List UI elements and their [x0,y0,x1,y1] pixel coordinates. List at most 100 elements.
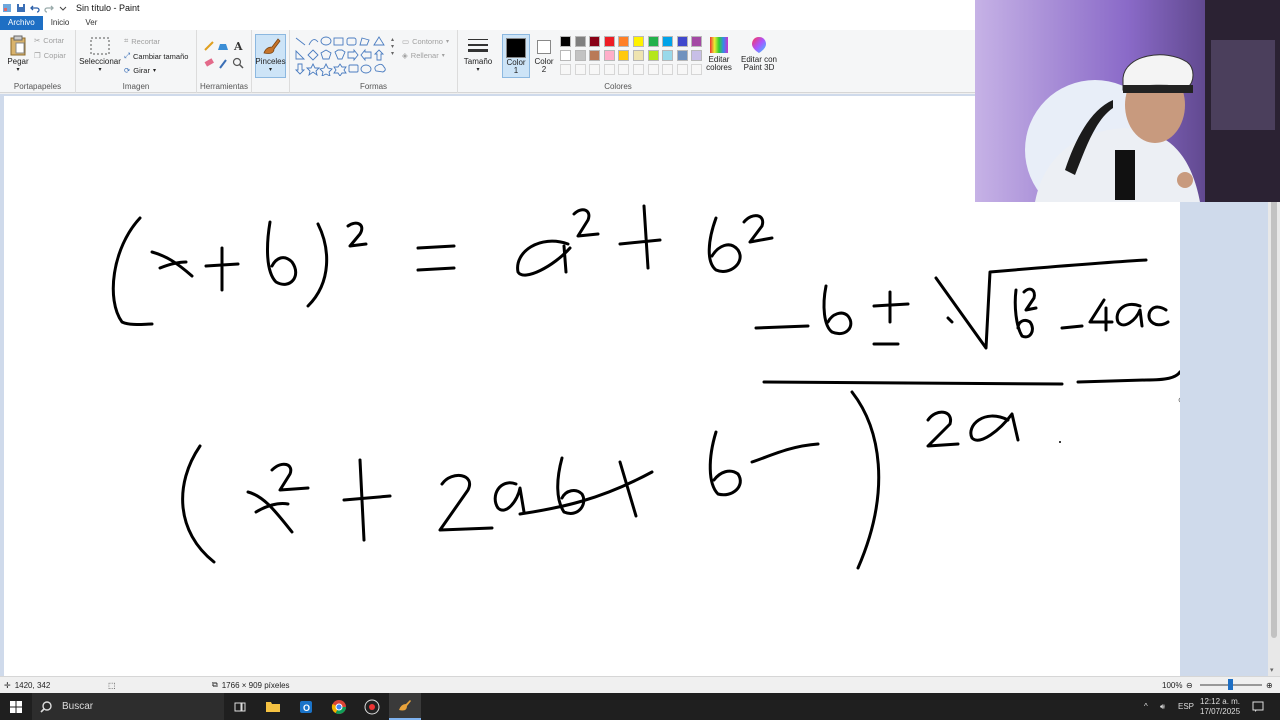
color-swatch[interactable] [691,36,703,47]
color-swatch[interactable] [589,36,601,47]
custom-color-slot[interactable] [691,64,703,75]
color-swatch[interactable] [574,50,586,61]
custom-color-slot[interactable] [603,64,615,75]
stroke-plus-4 [518,460,654,518]
scroll-down-arrow-icon[interactable]: ▾ [1270,666,1274,674]
zoom-out-button[interactable]: ⊖ [1186,681,1193,690]
paint-app[interactable] [389,693,421,720]
outlook-app[interactable]: O [290,693,322,720]
color-swatch[interactable] [618,36,630,47]
image-group-label: Imagen [122,82,150,91]
undo-icon[interactable] [30,3,40,13]
file-explorer-app[interactable] [257,693,289,720]
chrome-app[interactable] [323,693,355,720]
fill-button[interactable]: ◈ Rellenar ▾ [402,51,445,60]
tab-view[interactable]: Ver [77,16,105,30]
shapes-group: ▴ ▾ ▾ ▭ Contorno ▾ ◈ Rellenar ▾ Formas [290,30,458,93]
color-swatch[interactable] [676,36,688,47]
custom-color-slot[interactable] [589,64,601,75]
tab-file[interactable]: Archivo [0,16,43,30]
task-view-button[interactable] [224,693,256,720]
outline-button[interactable]: ▭ Contorno ▾ [402,37,449,46]
stroke-a-3 [1115,303,1144,328]
color1-number: 1 [513,66,519,75]
tray-overflow-icon[interactable]: ^ [1144,693,1148,720]
color-swatch[interactable] [662,36,674,47]
color1-button[interactable]: Color 1 [502,34,530,78]
shapes-scroll[interactable]: ▴ ▾ ▾ [391,36,394,57]
paste-button[interactable]: Pegar ▾ [5,35,31,73]
stroke-exp-2e [270,462,310,492]
clock-date: 17/07/2025 [1200,706,1241,716]
outline-label: Contorno [412,37,443,46]
custom-color-slot[interactable] [618,64,630,75]
brushes-button[interactable]: Pinceles ▾ [255,34,286,78]
clock-time: 12:12 a. m. [1200,696,1241,706]
custom-color-slot[interactable] [676,64,688,75]
color-swatch[interactable] [560,50,571,61]
color-swatch[interactable] [589,50,601,61]
pentagon-shape-icon [320,49,332,60]
color-picker-icon [219,59,227,69]
custom-color-slot[interactable] [574,64,586,75]
color-swatch[interactable] [560,36,571,47]
canvas-resize-handle [1178,397,1184,403]
tab-home[interactable]: Inicio [43,16,78,30]
save-icon[interactable] [16,3,26,13]
custom-color-slot[interactable] [633,64,644,75]
clock[interactable]: 12:12 a. m. 17/07/2025 [1200,693,1240,720]
language-indicator[interactable]: ESP [1178,693,1194,720]
size-button[interactable]: Tamaño ▾ [463,35,493,73]
colors-group-label: Colores [604,82,632,91]
rotate-button[interactable]: ⟳ Girar ▾ [124,66,156,75]
selection-size: ⬚ [108,681,116,690]
redo-icon[interactable] [44,3,54,13]
fill-label: Rellenar [410,51,439,60]
image-group: Seleccionar ▾ ⌗ Recortar ⤢ Cambiar tamaño … [76,30,197,93]
color-swatch[interactable] [662,50,674,61]
select-button[interactable]: Seleccionar ▾ [79,35,121,73]
resize-button[interactable]: ⤢ Cambiar tamaño [124,51,188,61]
stroke-close-paren [306,222,329,308]
color-swatch[interactable] [691,50,703,61]
star-five-shape-icon [319,62,333,76]
taskbar: Buscar O ^ 🔊︎ ESP 12:12 a. m. 17/07/2025 [0,693,1280,720]
color-swatch[interactable] [574,36,586,47]
cursor-position-value: 1420, 342 [14,680,51,690]
taskbar-search[interactable]: Buscar [32,693,224,720]
up-arrow-shape-icon [373,49,385,61]
volume-icon[interactable]: 🔊︎ [1160,693,1165,720]
custom-color-slot[interactable] [662,64,674,75]
custom-color-slot[interactable] [647,64,659,75]
customize-chevron-icon[interactable] [58,3,68,13]
custom-color-slot[interactable] [560,64,571,75]
cut-button[interactable]: ✂ Cortar [34,36,64,45]
stroke-plus-3 [342,458,392,542]
color-swatch[interactable] [633,50,644,61]
zoom-slider[interactable] [1200,679,1262,690]
start-button[interactable] [0,693,32,720]
color-swatch[interactable] [603,50,615,61]
shapes-gallery[interactable] [294,36,398,76]
edit-colors-button[interactable]: Editar colores [704,35,734,72]
color-swatch[interactable] [647,50,659,61]
stroke-b-3 [822,284,853,335]
paint3d-button[interactable]: Editar con Paint 3D [738,35,780,72]
zoom-in-button[interactable]: ⊕ [1266,681,1273,690]
color-swatch[interactable] [647,36,659,47]
copy-button[interactable]: ❐ Copiar [34,51,66,60]
color-swatch[interactable] [676,50,688,61]
color-swatch[interactable] [618,50,630,61]
down-arrow-shape-icon [294,63,306,75]
canvas-size: ⧉ 1766 × 909 píxeles [212,680,290,690]
crop-button[interactable]: ⌗ Recortar [124,36,160,46]
left-arrow-shape-icon [360,48,372,62]
clipboard-group-label: Portapapeles [13,82,62,91]
notifications-icon[interactable] [1252,693,1264,720]
color2-button[interactable]: Color 2 [531,34,557,78]
zoom-in-icon: ⊕ [1266,680,1273,690]
color-swatch[interactable] [603,36,615,47]
record-app[interactable] [356,693,388,720]
color-swatch[interactable] [633,36,644,47]
zoom-slider-thumb[interactable] [1228,679,1233,690]
